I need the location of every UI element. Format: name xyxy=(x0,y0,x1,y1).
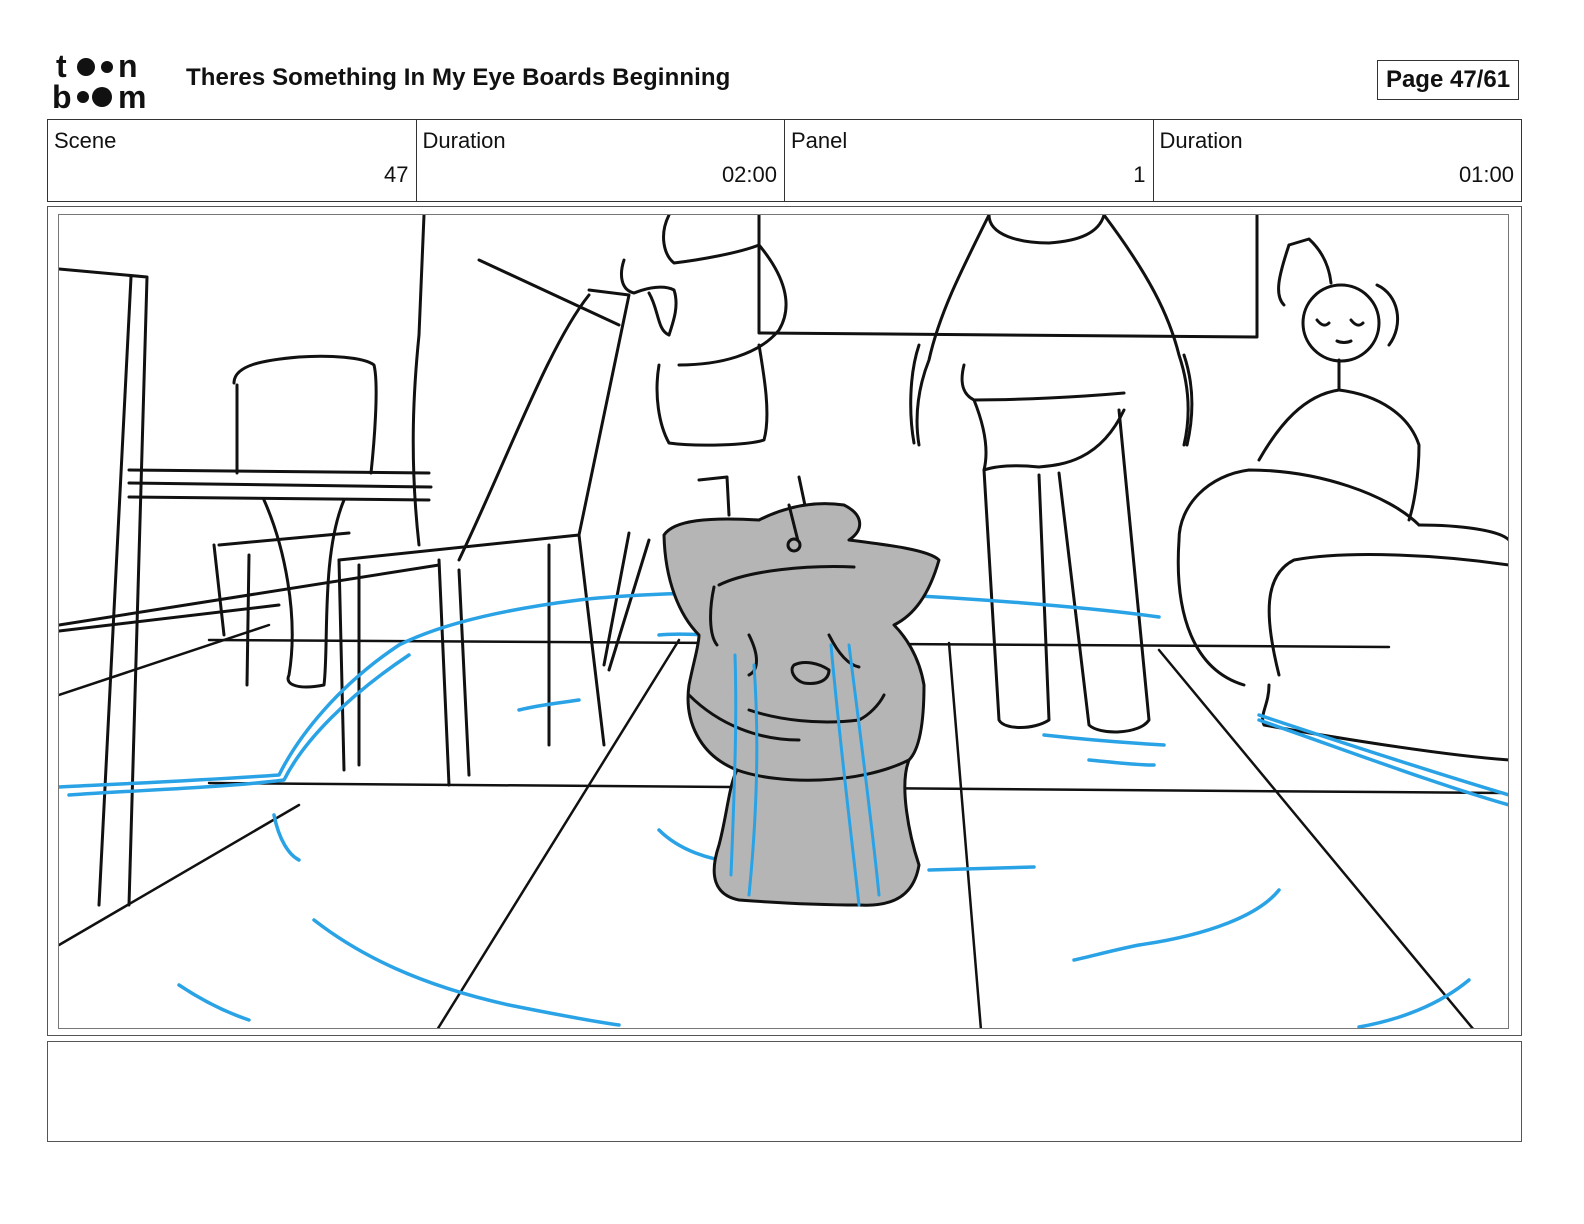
scene-cell: Scene 47 xyxy=(48,120,417,201)
scene-label: Scene xyxy=(54,128,117,153)
storyboard-panel-image xyxy=(58,214,1509,1029)
standing-person-right xyxy=(909,215,1194,734)
crying-character xyxy=(662,502,941,907)
scene-value: 47 xyxy=(384,162,409,187)
panel-duration-label: Duration xyxy=(1159,128,1243,153)
scene-duration-label: Duration xyxy=(422,128,506,153)
panel-value: 1 xyxy=(1133,162,1146,187)
panel-notes-box xyxy=(47,1041,1522,1142)
document-title: Theres Something In My Eye Boards Beginn… xyxy=(186,64,731,91)
panel-cell: Panel 1 xyxy=(785,120,1154,201)
scene-info-table: Scene 47 Duration 02:00 Panel 1 Duration… xyxy=(47,119,1522,202)
toonboom-logo: t n b m xyxy=(50,48,166,115)
armchair xyxy=(1176,468,1508,762)
svg-text:m: m xyxy=(118,79,146,112)
window-outline xyxy=(757,215,1259,339)
scene-duration-value: 02:00 xyxy=(721,162,777,187)
standing-person-left xyxy=(620,215,809,517)
svg-text:b: b xyxy=(52,79,72,112)
panel-duration-cell: Duration 01:00 xyxy=(1154,120,1522,201)
scene-duration-cell: Duration 02:00 xyxy=(417,120,785,201)
page-indicator: Page 47/61 xyxy=(1377,60,1519,100)
panel-duration-value: 01:00 xyxy=(1458,162,1514,187)
panel-label: Panel xyxy=(791,128,848,153)
seated-girl xyxy=(1257,237,1421,522)
